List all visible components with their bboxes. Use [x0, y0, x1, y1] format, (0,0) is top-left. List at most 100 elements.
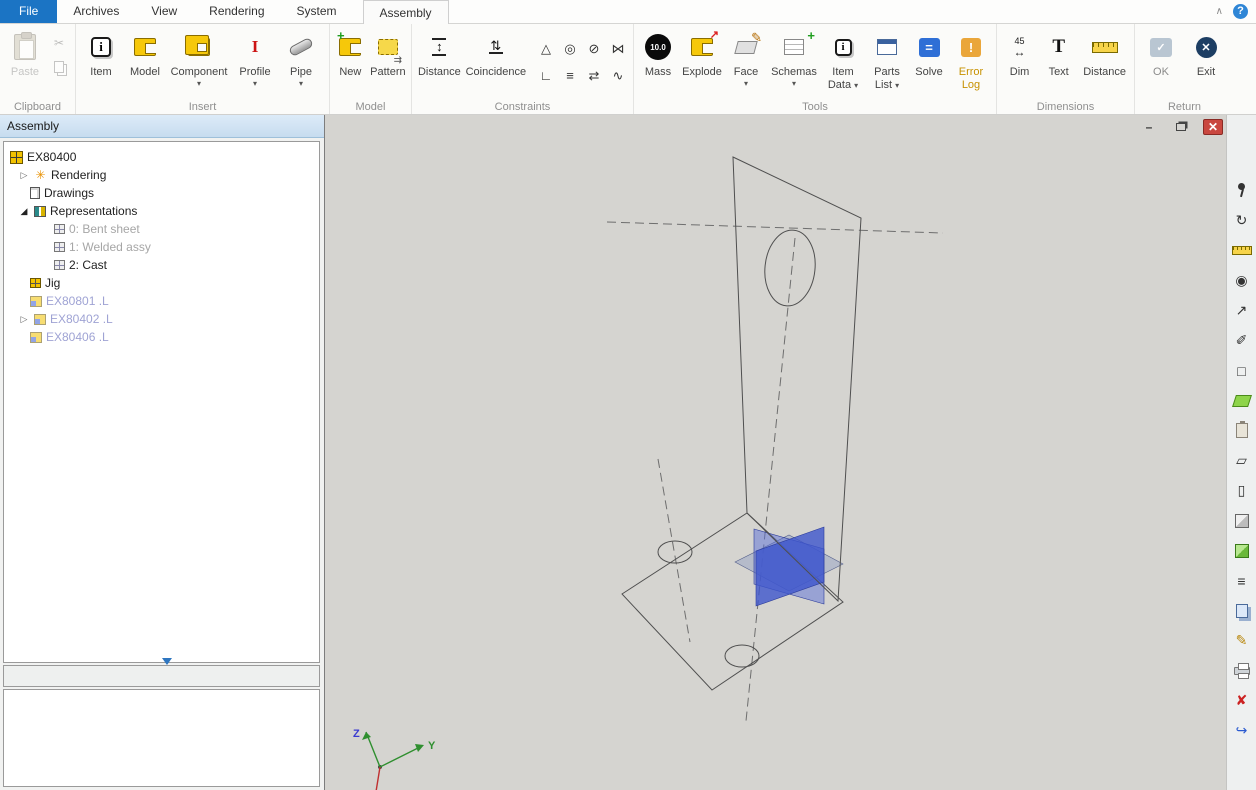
- tree-item-jig[interactable]: Jig: [4, 274, 319, 292]
- reroute-button[interactable]: ↪: [1230, 719, 1254, 742]
- profile-dropdown-icon[interactable]: ▾: [239, 80, 270, 88]
- solid-select-button[interactable]: [1230, 509, 1254, 532]
- swap-button[interactable]: ⇄: [582, 62, 606, 89]
- face-dropdown-icon[interactable]: ▾: [734, 80, 758, 88]
- tree-item-drawings[interactable]: Drawings: [4, 184, 319, 202]
- tangency-button[interactable]: ⋈: [606, 35, 630, 62]
- surface-select-button[interactable]: ▯: [1230, 479, 1254, 502]
- snap-target-button[interactable]: ◉: [1230, 269, 1254, 292]
- viewport[interactable]: Z Y – ✕: [325, 115, 1226, 790]
- copy-item-icon: [1236, 604, 1248, 618]
- vertical-plate-wireframe[interactable]: [733, 157, 861, 601]
- tree-item-rendering[interactable]: ▷ ✳ Rendering: [4, 166, 319, 184]
- shaded-view-button[interactable]: [1230, 539, 1254, 562]
- coincidence-button[interactable]: ⇅ Coincidence: [464, 27, 528, 99]
- profile-button[interactable]: I Profile▾: [231, 27, 279, 99]
- component-button[interactable]: Component▾: [167, 27, 231, 99]
- tree-item-ex80402[interactable]: ▷ EX80402 .L: [4, 310, 319, 328]
- distance-dimension-button[interactable]: Distance: [1078, 27, 1131, 99]
- help-icon[interactable]: ?: [1233, 4, 1248, 19]
- parts-list-dropdown-icon[interactable]: ▾: [895, 81, 899, 90]
- tab-rendering[interactable]: Rendering: [193, 0, 280, 23]
- expander-expanded-icon[interactable]: ◢: [18, 206, 30, 217]
- tree-item-rep-bent-sheet[interactable]: 0: Bent sheet: [4, 220, 319, 238]
- tree-item-root[interactable]: EX80400: [4, 148, 319, 166]
- model-button[interactable]: Model: [123, 27, 167, 99]
- component-dropdown-icon[interactable]: ▾: [171, 80, 228, 88]
- item-button[interactable]: i Item: [79, 27, 123, 99]
- datum-plane-button[interactable]: [1230, 389, 1254, 412]
- ok-button[interactable]: ✓ OK: [1138, 27, 1184, 99]
- tab-system[interactable]: System: [281, 0, 353, 23]
- viewport-canvas[interactable]: Z Y: [325, 115, 1226, 790]
- ok-icon: ✓: [1150, 38, 1172, 57]
- explode-button[interactable]: ↗ Explode: [679, 27, 725, 99]
- dim-button[interactable]: 45↔ Dim: [1000, 27, 1039, 99]
- pipe-button[interactable]: Pipe▾: [279, 27, 323, 99]
- modify-button[interactable]: ✎: [1230, 629, 1254, 652]
- item-icon: i: [91, 37, 111, 57]
- item-data-button[interactable]: i Item Data ▾: [821, 27, 865, 99]
- tree-item-representations[interactable]: ◢ Representations: [4, 202, 319, 220]
- tab-view[interactable]: View: [135, 0, 193, 23]
- solve-button[interactable]: = Solve: [909, 27, 949, 99]
- collapse-ribbon-icon[interactable]: ∧: [1216, 6, 1223, 17]
- schemas-dropdown-icon[interactable]: ▾: [771, 80, 817, 88]
- drawings-icon: [30, 187, 40, 199]
- right-toolbar: ↻ ◉ ↗ ✐ □ ▱ ▯ ≡ ✎ ✘ ↪: [1226, 115, 1256, 790]
- minimize-button[interactable]: –: [1139, 119, 1159, 135]
- exit-button[interactable]: ✕ Exit: [1184, 27, 1228, 99]
- exit-icon: ✕: [1196, 37, 1217, 58]
- coincidence-icon: ⇅: [489, 40, 503, 55]
- tree-item-ex80801[interactable]: EX80801 .L: [4, 292, 319, 310]
- group-label-model: Model: [330, 101, 411, 113]
- tab-assembly[interactable]: Assembly: [363, 0, 449, 24]
- splitter-handle-icon[interactable]: [162, 658, 172, 665]
- plate-hole[interactable]: [761, 228, 819, 309]
- document-window-controls: – ✕: [1139, 119, 1223, 135]
- print-button[interactable]: [1230, 659, 1254, 682]
- close-button[interactable]: ✕: [1203, 119, 1223, 135]
- expander-collapsed-icon[interactable]: ▷: [18, 170, 30, 181]
- parallel-button[interactable]: ≡: [558, 62, 582, 89]
- pick-arrow-button[interactable]: ↗: [1230, 299, 1254, 322]
- edit-point-button[interactable]: ✐: [1230, 329, 1254, 352]
- face-button[interactable]: ✎ Face▾: [725, 27, 767, 99]
- angle-constraint-button[interactable]: △: [534, 35, 558, 62]
- cut-button[interactable]: ✂: [49, 33, 69, 53]
- measure-button[interactable]: [1230, 239, 1254, 262]
- clipboard-button[interactable]: [1230, 419, 1254, 442]
- face-select-button[interactable]: ▱: [1230, 449, 1254, 472]
- smooth-button[interactable]: ∿: [606, 62, 630, 89]
- error-log-button[interactable]: ! Error Log: [949, 27, 993, 99]
- pin-button[interactable]: [1230, 179, 1254, 202]
- ribbon-group-clipboard: Paste ✂ Clipboard: [0, 24, 76, 114]
- schemas-button[interactable]: + Schemas▾: [767, 27, 821, 99]
- concentricity-button[interactable]: ◎: [558, 35, 582, 62]
- parts-list-button[interactable]: Parts List ▾: [865, 27, 909, 99]
- distance-constraint-button[interactable]: ↕ Distance: [415, 27, 464, 99]
- tab-file[interactable]: File: [0, 0, 57, 23]
- tree-item-rep-cast[interactable]: 2: Cast: [4, 256, 319, 274]
- window-select-button[interactable]: □: [1230, 359, 1254, 382]
- tab-archives[interactable]: Archives: [57, 0, 135, 23]
- exclusion-button[interactable]: ⊘: [582, 35, 606, 62]
- perpendicular-button[interactable]: ∟: [534, 62, 558, 89]
- copy-button[interactable]: [49, 57, 69, 77]
- rotate-view-button[interactable]: ↻: [1230, 209, 1254, 232]
- new-button[interactable]: + New: [333, 27, 368, 99]
- item-data-dropdown-icon[interactable]: ▾: [854, 81, 858, 90]
- paste-button[interactable]: Paste: [3, 27, 47, 99]
- pattern-button[interactable]: ⇉ Pattern: [368, 27, 408, 99]
- pipe-dropdown-icon[interactable]: ▾: [290, 80, 312, 88]
- text-button[interactable]: T Text: [1039, 27, 1078, 99]
- list-button[interactable]: ≡: [1230, 569, 1254, 592]
- mass-button[interactable]: 10.0 Mass: [637, 27, 679, 99]
- base-hole-bottom[interactable]: [725, 645, 759, 667]
- tree-item-ex80406[interactable]: EX80406 .L: [4, 328, 319, 346]
- expander-collapsed-icon[interactable]: ▷: [18, 314, 30, 325]
- tree-item-rep-welded-assy[interactable]: 1: Welded assy: [4, 238, 319, 256]
- delete-button[interactable]: ✘: [1230, 689, 1254, 712]
- restore-button[interactable]: [1171, 119, 1191, 135]
- copy-item-button[interactable]: [1230, 599, 1254, 622]
